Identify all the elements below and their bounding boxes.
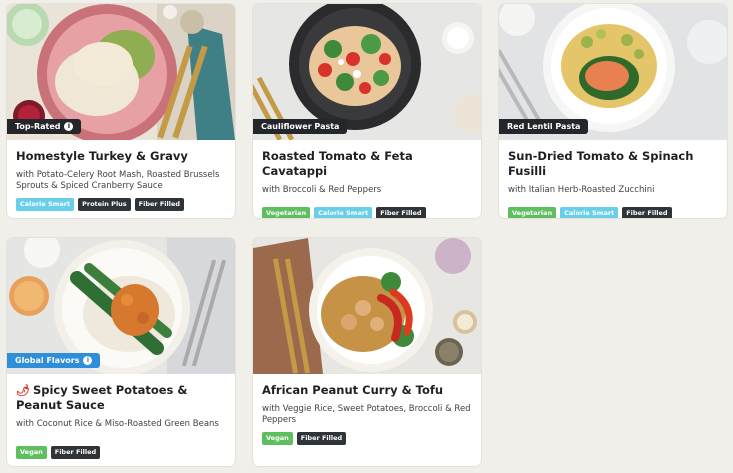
overlay-badge: Red Lentil Pasta bbox=[499, 119, 589, 134]
tag-list: Vegan Fiber Filled bbox=[16, 446, 226, 459]
recipe-photo[interactable]: Top-Rated i bbox=[7, 4, 235, 140]
recipe-photo[interactable] bbox=[253, 238, 481, 374]
recipe-card[interactable]: Cauliflower Pasta Roasted Tomato & Feta … bbox=[253, 4, 481, 218]
recipe-subtitle: with Coconut Rice & Miso-Roasted Green B… bbox=[16, 419, 219, 429]
overlay-badge: Cauliflower Pasta bbox=[253, 119, 348, 134]
tag-vegetarian: Vegetarian bbox=[508, 207, 557, 218]
recipe-subtitle: with Potato-Celery Root Mash, Roasted Br… bbox=[16, 170, 220, 191]
recipe-card[interactable]: African Peanut Curry & Tofu with Veggie … bbox=[253, 238, 481, 466]
recipe-title[interactable]: African Peanut Curry & Tofu bbox=[262, 383, 472, 398]
tag-vegan: Vegan bbox=[262, 432, 293, 445]
info-icon[interactable]: i bbox=[83, 356, 93, 365]
overlay-badge-label: Top-Rated bbox=[15, 122, 61, 131]
tag-fiber-filled: Fiber Filled bbox=[622, 207, 672, 218]
info-icon[interactable]: i bbox=[64, 122, 74, 131]
recipe-photo[interactable]: Red Lentil Pasta bbox=[499, 4, 727, 140]
tag-protein-plus: Protein Plus bbox=[78, 198, 131, 211]
recipe-subtitle: with Veggie Rice, Sweet Potatoes, Brocco… bbox=[262, 404, 471, 425]
overlay-badge-label: Global Flavors bbox=[15, 356, 80, 365]
tag-list: Vegetarian Calorie Smart Fiber Filled bbox=[262, 207, 472, 218]
recipe-title[interactable]: Sun-Dried Tomato & Spinach Fusilli bbox=[508, 149, 718, 179]
recipe-photo[interactable]: Cauliflower Pasta bbox=[253, 4, 481, 140]
tag-calorie-smart: Calorie Smart bbox=[16, 198, 75, 211]
recipe-title-text: Spicy Sweet Potatoes & Peanut Sauce bbox=[16, 383, 188, 412]
recipe-title[interactable]: Homestyle Turkey & Gravy bbox=[16, 149, 226, 164]
recipe-subtitle: with Broccoli & Red Peppers bbox=[262, 185, 382, 195]
recipe-subtitle: with Italian Herb-Roasted Zucchini bbox=[508, 185, 655, 195]
peanut-curry-plate-image bbox=[253, 238, 481, 374]
tag-fiber-filled: Fiber Filled bbox=[376, 207, 426, 218]
recipe-card[interactable]: Red Lentil Pasta Sun-Dried Tomato & Spin… bbox=[499, 4, 727, 218]
overlay-badge-label: Cauliflower Pasta bbox=[261, 122, 340, 131]
recipe-card[interactable]: Top-Rated i Homestyle Turkey & Gravy wit… bbox=[7, 4, 235, 218]
tag-calorie-smart: Calorie Smart bbox=[314, 207, 373, 218]
chili-pepper-icon: 🌶 bbox=[16, 384, 30, 397]
recipe-photo[interactable]: Global Flavors i bbox=[7, 238, 235, 374]
tag-fiber-filled: Fiber Filled bbox=[296, 432, 347, 445]
recipe-card[interactable]: Global Flavors i 🌶 Spicy Sweet Potatoes &… bbox=[7, 238, 235, 466]
tag-vegetarian: Vegetarian bbox=[262, 207, 311, 218]
recipe-title[interactable]: 🌶 Spicy Sweet Potatoes & Peanut Sauce bbox=[16, 383, 226, 413]
tag-list: Calorie Smart Protein Plus Fiber Filled bbox=[16, 198, 226, 211]
tag-list: Vegetarian Calorie Smart Fiber Filled bbox=[508, 207, 718, 218]
tag-calorie-smart: Calorie Smart bbox=[560, 207, 619, 218]
tag-fiber-filled: Fiber Filled bbox=[50, 446, 101, 459]
overlay-badge: Top-Rated i bbox=[7, 119, 82, 134]
tag-fiber-filled: Fiber Filled bbox=[134, 198, 185, 211]
overlay-badge: Global Flavors i bbox=[7, 353, 101, 368]
overlay-badge-label: Red Lentil Pasta bbox=[507, 122, 581, 131]
tag-list: Vegan Fiber Filled bbox=[262, 432, 472, 445]
tag-vegan: Vegan bbox=[16, 446, 47, 459]
recipe-title[interactable]: Roasted Tomato & Feta Cavatappi bbox=[262, 149, 472, 179]
